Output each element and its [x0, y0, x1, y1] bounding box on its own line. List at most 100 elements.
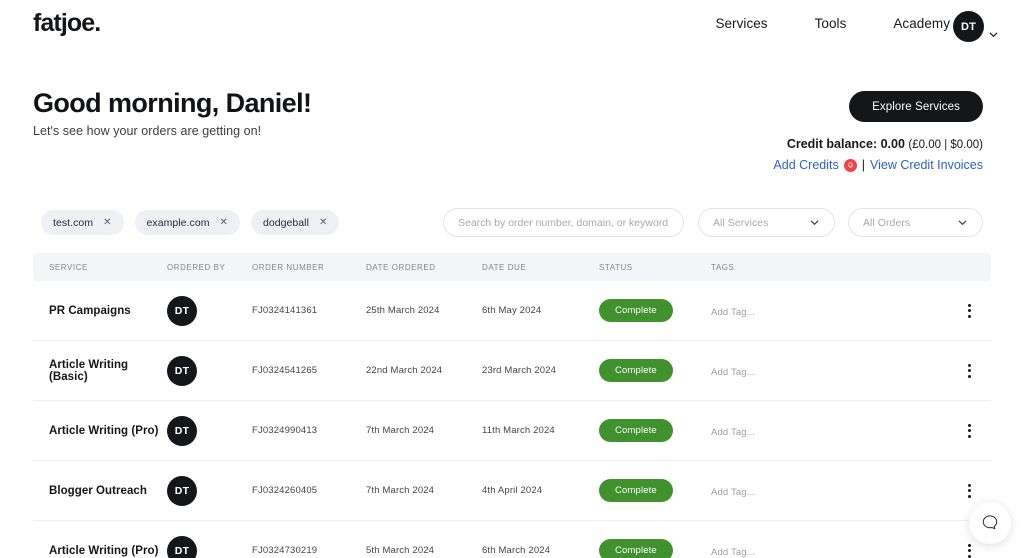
explore-services-button[interactable]: Explore Services: [849, 91, 983, 122]
cell-tags: Add Tag...: [711, 362, 947, 380]
column-header-ordered-by: ORDERED BY: [167, 262, 226, 272]
cell-date-ordered: 5th March 2024: [366, 545, 435, 556]
cell-actions: [947, 361, 991, 380]
add-credits-link[interactable]: Add Credits: [773, 158, 838, 172]
active-filter-chips: test.com ✕ example.com ✕ dodgeball ✕: [41, 210, 340, 235]
cell-actions: [947, 301, 991, 320]
kebab-menu-icon[interactable]: [967, 361, 971, 380]
cell-actions: [947, 481, 991, 500]
nav-link-academy[interactable]: Academy: [893, 16, 950, 31]
status-badge[interactable]: Complete: [599, 539, 673, 558]
orders-filter-value: All Orders: [863, 216, 911, 229]
nav-links: Services Tools Academy: [715, 16, 950, 31]
cell-tags: Add Tag...: [711, 422, 947, 440]
add-tag-button[interactable]: Add Tag...: [711, 427, 755, 438]
cell-service: Article Writing (Pro): [49, 424, 159, 437]
cell-ordered-by: DT: [167, 475, 252, 506]
cell-ordered-by: DT: [167, 355, 252, 386]
services-filter-value: All Services: [713, 216, 769, 229]
table-row[interactable]: PR Campaigns DT FJ0324141361 25th March …: [33, 281, 991, 341]
chat-bubble-icon: [982, 515, 998, 530]
cell-service: Article Writing (Basic): [49, 358, 129, 383]
kebab-menu-icon[interactable]: [967, 481, 971, 500]
cell-tags: Add Tag...: [711, 542, 947, 558]
filter-chip-label: test.com: [53, 216, 94, 229]
cell-ordered-by: DT: [167, 295, 252, 326]
table-row[interactable]: Article Writing (Pro) DT FJ0324730219 5t…: [33, 521, 991, 558]
app-root: fatjoe. Services Tools Academy DT Good m…: [0, 0, 1024, 558]
filter-chip[interactable]: test.com ✕: [41, 210, 124, 235]
page-subtitle: Let's see how your orders are getting on…: [33, 124, 262, 139]
table-row[interactable]: Article Writing (Basic) DT FJ0324541265 …: [33, 341, 991, 401]
cell-date-due: 4th April 2024: [482, 485, 543, 496]
filter-chip-label: example.com: [146, 216, 210, 229]
status-badge[interactable]: Complete: [599, 299, 673, 322]
cell-service: Article Writing (Pro): [49, 544, 159, 557]
account-menu[interactable]: DT: [953, 11, 999, 42]
filter-chip[interactable]: example.com ✕: [134, 210, 240, 235]
alert-bell-icon[interactable]: [843, 158, 857, 172]
chevron-down-icon: [810, 220, 819, 225]
cell-date-ordered: 7th March 2024: [366, 485, 435, 496]
column-header-date-ordered: DATE ORDERED: [366, 262, 436, 272]
close-icon[interactable]: ✕: [103, 217, 111, 228]
filter-chip[interactable]: dodgeball ✕: [250, 210, 340, 235]
nav-link-tools[interactable]: Tools: [815, 16, 847, 31]
cell-service: Blogger Outreach: [49, 484, 147, 497]
cell-date-ordered: 25th March 2024: [366, 305, 440, 316]
credit-links: Add Credits | View Credit Invoices: [773, 158, 983, 172]
services-filter-select[interactable]: All Services: [698, 208, 835, 237]
avatar: DT: [167, 415, 197, 446]
status-badge[interactable]: Complete: [599, 419, 673, 442]
kebab-menu-icon[interactable]: [967, 421, 971, 440]
add-tag-button[interactable]: Add Tag...: [711, 307, 755, 318]
status-badge[interactable]: Complete: [599, 359, 673, 382]
column-header-status: STATUS: [599, 262, 633, 272]
cell-status: Complete: [599, 419, 711, 442]
kebab-menu-icon[interactable]: [967, 541, 971, 558]
cell-order-number: FJ0324141361: [252, 305, 318, 316]
table-row[interactable]: Article Writing (Pro) DT FJ0324990413 7t…: [33, 401, 991, 461]
add-tag-button[interactable]: Add Tag...: [711, 487, 755, 498]
credit-links-separator: |: [861, 158, 865, 172]
cell-order-number: FJ0324730219: [252, 545, 318, 556]
nav-link-services[interactable]: Services: [715, 16, 767, 31]
avatar[interactable]: DT: [953, 11, 984, 42]
kebab-menu-icon[interactable]: [967, 301, 971, 320]
add-tag-button[interactable]: Add Tag...: [711, 547, 755, 558]
search-input[interactable]: [443, 208, 684, 237]
table-row[interactable]: Blogger Outreach DT FJ0324260405 7th Mar…: [33, 461, 991, 521]
page-title: Good morning, Daniel!: [33, 88, 312, 118]
chevron-down-icon: [989, 32, 998, 37]
column-header-order-number: ORDER NUMBER: [252, 262, 325, 272]
add-tag-button[interactable]: Add Tag...: [711, 367, 755, 378]
chevron-down-icon: [958, 220, 967, 225]
cell-tags: Add Tag...: [711, 302, 947, 320]
cell-status: Complete: [599, 539, 711, 558]
orders-table: SERVICE ORDERED BY ORDER NUMBER DATE ORD…: [33, 253, 991, 558]
chat-widget-button[interactable]: [969, 502, 1011, 544]
close-icon[interactable]: ✕: [220, 217, 228, 228]
cell-ordered-by: DT: [167, 415, 252, 446]
greeting-block: Good morning, Daniel! Let's see how your…: [33, 88, 312, 139]
cell-date-due: 11th March 2024: [482, 425, 555, 436]
avatar: DT: [167, 535, 197, 558]
avatar: DT: [167, 475, 197, 506]
top-navigation-bar: fatjoe. Services Tools Academy DT: [0, 0, 1024, 52]
brand-logo[interactable]: fatjoe.: [33, 9, 101, 38]
cell-actions: [947, 541, 991, 558]
cell-actions: [947, 421, 991, 440]
cell-date-due: 6th May 2024: [482, 305, 542, 316]
filter-chip-label: dodgeball: [262, 216, 309, 229]
status-badge[interactable]: Complete: [599, 479, 673, 502]
cell-order-number: FJ0324990413: [252, 425, 318, 436]
credit-balance-detail: (£0.00 | $0.00): [908, 139, 983, 151]
avatar: DT: [167, 355, 197, 386]
cell-date-ordered: 22nd March 2024: [366, 365, 443, 376]
orders-filter-select[interactable]: All Orders: [848, 208, 983, 237]
view-credit-invoices-link[interactable]: View Credit Invoices: [870, 158, 983, 172]
cell-date-due: 6th March 2024: [482, 545, 551, 556]
cell-date-due: 23rd March 2024: [482, 365, 557, 376]
close-icon[interactable]: ✕: [319, 217, 327, 228]
credit-balance-label: Credit balance: 0.00: [786, 137, 905, 151]
